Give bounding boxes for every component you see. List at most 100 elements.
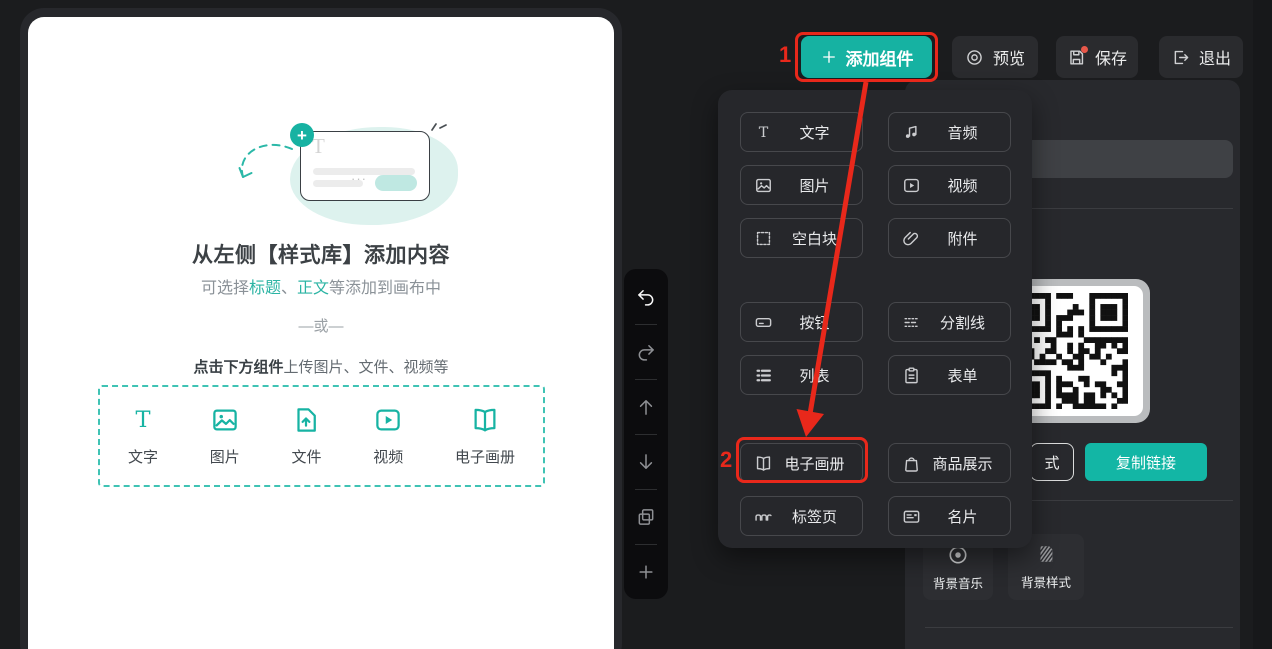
add-component-button[interactable]: 添加组件 — [801, 36, 932, 78]
background-style-label: 背景样式 — [1021, 572, 1071, 591]
toolbar-add[interactable] — [624, 544, 668, 599]
album-icon — [754, 454, 773, 473]
or-divider-label: —或— — [28, 315, 614, 336]
upload-item-video[interactable]: 视频 — [373, 405, 403, 467]
upload-item-label: 图片 — [210, 446, 240, 467]
bg-style-icon — [1035, 543, 1057, 565]
album-icon — [470, 405, 500, 435]
video-icon — [373, 405, 403, 435]
upload-item-label: 文件 — [291, 446, 321, 467]
upload-item-label: 文字 — [128, 446, 158, 467]
upload-item-album[interactable]: 电子画册 — [455, 405, 515, 467]
subtitle-link-body[interactable]: 正文 — [297, 280, 329, 297]
text-icon: T — [754, 123, 773, 142]
menu-item-blank-block[interactable]: 空白块 — [740, 218, 863, 258]
canvas-toolbar — [624, 269, 668, 599]
add-component-label: 添加组件 — [846, 45, 914, 70]
editor-canvas[interactable]: T ··· + 从左侧【样式库】添加内容 可选择标题、正文等添加到画布中 —或—… — [28, 17, 614, 649]
tabs-icon — [754, 507, 773, 526]
menu-item-label: 电子画册 — [777, 453, 852, 474]
toolbar-duplicate[interactable] — [624, 489, 668, 544]
plus-icon — [820, 48, 838, 66]
eye-icon — [965, 48, 984, 67]
duplicate-icon — [636, 507, 656, 527]
video-icon — [902, 176, 921, 195]
button-icon — [754, 313, 773, 332]
menu-item-album[interactable]: 电子画册 — [740, 443, 863, 483]
plus-icon — [636, 562, 656, 582]
h5-editor: { "topbar": { "add_component": "添加组件", "… — [0, 0, 1272, 649]
menu-item-label: 名片 — [925, 506, 1000, 527]
svg-text:T: T — [759, 124, 769, 140]
menu-item-attachment[interactable]: 附件 — [888, 218, 1011, 258]
upload-item-text[interactable]: T 文字 — [128, 405, 158, 467]
subtitle-text: 可选择 — [201, 280, 249, 297]
image-icon — [210, 405, 240, 435]
menu-item-divider[interactable]: 分割线 — [888, 302, 1011, 342]
upload-item-label: 电子画册 — [455, 446, 515, 467]
menu-item-label: 音频 — [925, 122, 1000, 143]
subtitle-link-title[interactable]: 标题 — [249, 280, 281, 297]
menu-item-button[interactable]: 按钮 — [740, 302, 863, 342]
component-menu: T 文字 音频 图片 视频 空白块 附件 按钮 — [718, 90, 1032, 548]
exit-icon — [1171, 48, 1190, 67]
product-icon — [902, 454, 921, 473]
component-menu-group-1: T 文字 音频 图片 视频 空白块 附件 — [740, 112, 1010, 258]
svg-text:T: T — [135, 407, 150, 433]
upload-hint-bold: 点击下方组件 — [193, 359, 283, 376]
menu-item-label: 标签页 — [777, 506, 852, 527]
menu-item-audio[interactable]: 音频 — [888, 112, 1011, 152]
menu-item-form[interactable]: 表单 — [888, 355, 1011, 395]
text-icon: T — [128, 405, 158, 435]
panel-divider — [925, 627, 1233, 628]
form-icon — [902, 366, 921, 385]
upload-components-box: T 文字 图片 文件 视频 电子画册 — [98, 385, 545, 487]
menu-item-label: 表单 — [925, 365, 1000, 386]
plus-badge-icon: + — [290, 123, 314, 147]
menu-item-label: 视频 — [925, 175, 1000, 196]
save-label: 保存 — [1095, 45, 1127, 69]
menu-item-video[interactable]: 视频 — [888, 165, 1011, 205]
component-menu-group-3: 电子画册 商品展示 标签页 名片 — [740, 443, 1010, 536]
illustration-card: T ··· — [300, 131, 430, 201]
menu-item-text[interactable]: T 文字 — [740, 112, 863, 152]
menu-item-business-card[interactable]: 名片 — [888, 496, 1011, 536]
redo-icon — [636, 342, 656, 362]
toolbar-undo[interactable] — [624, 269, 668, 324]
divider-line-icon — [902, 313, 921, 332]
copy-link-button[interactable]: 复制链接 — [1085, 443, 1207, 481]
subtitle-text: 等添加到画布中 — [329, 280, 441, 297]
menu-item-product[interactable]: 商品展示 — [888, 443, 1011, 483]
menu-item-image[interactable]: 图片 — [740, 165, 863, 205]
menu-item-label: 图片 — [777, 175, 852, 196]
background-music-label: 背景音乐 — [933, 573, 983, 592]
step1-number: 1 — [779, 42, 791, 68]
blank-block-icon — [754, 229, 773, 248]
qr-style-button[interactable]: 式 — [1030, 443, 1074, 481]
list-icon — [754, 366, 773, 385]
upload-item-file[interactable]: 文件 — [291, 405, 321, 467]
menu-item-label: 空白块 — [777, 228, 852, 249]
illustration-card-letter: T — [312, 134, 325, 159]
arrow-up-icon — [636, 397, 656, 417]
upload-item-image[interactable]: 图片 — [210, 405, 240, 467]
upload-hint: 点击下方组件上传图片、文件、视频等 — [28, 356, 614, 377]
menu-item-label: 商品展示 — [925, 453, 1000, 474]
right-scroll-gutter — [1253, 0, 1272, 649]
menu-item-label: 分割线 — [925, 312, 1000, 333]
exit-button[interactable]: 退出 — [1159, 36, 1243, 78]
toolbar-move-down[interactable] — [624, 434, 668, 489]
menu-item-tab-page[interactable]: 标签页 — [740, 496, 863, 536]
unsaved-badge-dot — [1081, 46, 1088, 53]
menu-item-list[interactable]: 列表 — [740, 355, 863, 395]
card-icon — [902, 507, 921, 526]
toolbar-move-up[interactable] — [624, 379, 668, 434]
preview-button[interactable]: 预览 — [952, 36, 1038, 78]
empty-state-illustration: T ··· + — [228, 115, 460, 237]
component-menu-group-2: 按钮 分割线 列表 表单 — [740, 302, 1010, 395]
save-icon — [1067, 48, 1086, 67]
copy-link-label: 复制链接 — [1116, 452, 1176, 473]
toolbar-redo[interactable] — [624, 324, 668, 379]
upload-hint-rest: 上传图片、文件、视频等 — [284, 359, 449, 376]
save-button[interactable]: 保存 — [1056, 36, 1138, 78]
